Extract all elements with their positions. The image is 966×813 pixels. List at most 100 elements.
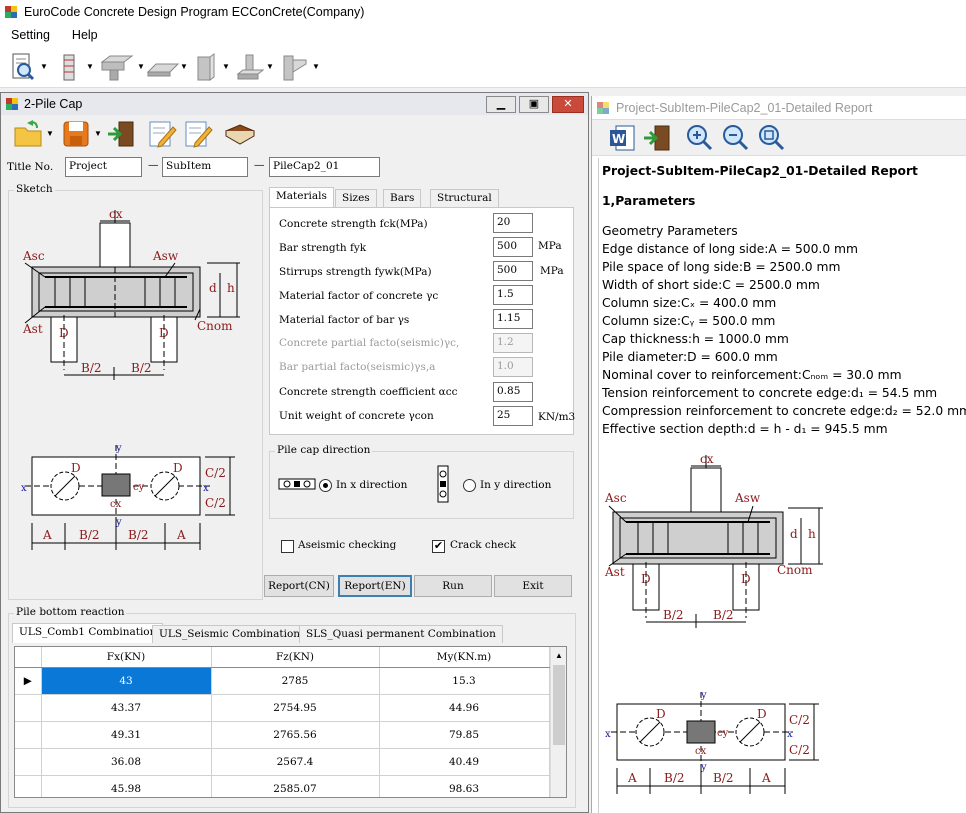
subitem-field[interactable]: SubItem [162,157,248,177]
y-direction-label[interactable]: In y direction [480,479,551,491]
asc-label: Asc [604,491,627,505]
tab-structural[interactable]: Structural [430,189,499,207]
table-row[interactable]: 36.08 2567.4 40.49 [15,748,550,776]
wall-tool-icon[interactable] [194,52,220,82]
zoom-fit-icon[interactable] [758,124,786,152]
y-direction-radio[interactable] [463,479,476,492]
crack-check-checkbox[interactable]: ✔ [432,540,445,553]
title-no-label: Title No. [7,161,54,173]
bar-factor-field[interactable]: 1.15 [493,309,533,329]
row-header[interactable] [15,694,42,722]
stirrup-strength-field[interactable]: 500 [493,261,533,281]
column-header-fx[interactable]: Fx(KN) [41,647,212,668]
grid-cell[interactable]: 98.63 [379,775,550,797]
grid-cell[interactable]: 45.98 [41,775,212,797]
report-preview-icon[interactable] [10,52,36,82]
dropdown-arrow-icon[interactable]: ▼ [40,62,48,71]
exit-button[interactable]: Exit [494,575,572,597]
row-header[interactable] [15,748,42,776]
concrete-factor-field[interactable]: 1.5 [493,285,533,305]
tab-uls-seismic[interactable]: ULS_Seismic Combination [152,625,308,643]
exit-door-icon[interactable] [105,119,137,149]
scroll-up-icon[interactable]: ▲ [551,647,566,664]
edit-report-icon[interactable] [183,119,213,149]
report-line: Column size:Cₓ = 400.0 mm [602,296,777,310]
exit-door-icon[interactable] [642,124,672,152]
column-header-my[interactable]: My(KN.m) [379,647,550,668]
tab-materials[interactable]: Materials [269,187,334,207]
dropdown-arrow-icon[interactable]: ▼ [137,62,145,71]
reaction-group-label: Pile bottom reaction [14,606,127,618]
unit-weight-field[interactable]: 25 [493,406,533,426]
x-direction-label[interactable]: In x direction [336,479,407,491]
zoom-out-icon[interactable] [722,124,750,152]
slab-tool-icon[interactable] [146,52,180,82]
zoom-in-icon[interactable] [686,124,714,152]
tab-sizes[interactable]: Sizes [335,189,377,207]
strength-coefficient-field[interactable]: 0.85 [493,382,533,402]
bar-strength-field[interactable]: 500 [493,237,533,257]
close-button[interactable]: ✕ [552,96,584,113]
dropdown-arrow-icon[interactable]: ▼ [94,129,102,138]
table-row[interactable]: 43.37 2754.95 44.96 [15,694,550,722]
grid-cell[interactable]: 40.49 [379,748,550,776]
table-row[interactable]: 45.98 2585.07 98.63 [15,775,550,797]
menu-help[interactable]: Help [61,28,109,42]
dropdown-arrow-icon[interactable]: ▼ [86,62,94,71]
footing-tool-icon[interactable] [236,52,264,82]
grid-cell[interactable]: 2585.07 [211,775,380,797]
open-folder-icon[interactable] [13,119,45,149]
column-tool-icon[interactable] [58,52,84,82]
pilecap-id-field[interactable]: PileCap2_01 [269,157,380,177]
help-book-icon[interactable] [223,119,257,149]
grid-cell[interactable]: 43.37 [41,694,212,722]
corbel-tool-icon[interactable] [280,52,310,82]
tab-bars[interactable]: Bars [383,189,422,207]
project-field[interactable]: Project [65,157,142,177]
grid-cell[interactable]: 2765.56 [211,721,380,749]
grid-cell[interactable]: 2567.4 [211,748,380,776]
grid-cell[interactable]: 44.96 [379,694,550,722]
maximize-button[interactable]: ▣ [519,96,549,113]
concrete-strength-field[interactable]: 20 [493,213,533,233]
aseismic-label[interactable]: Aseismic checking [298,539,396,551]
grid-header-row: Fx(KN) Fz(KN) My(KN.m) [15,647,550,668]
grid-cell[interactable]: 15.3 [379,667,550,695]
minimize-button[interactable]: ▁ [486,96,516,113]
dropdown-arrow-icon[interactable]: ▼ [312,62,320,71]
word-export-icon[interactable]: W [608,124,636,152]
grid-cell[interactable]: 36.08 [41,748,212,776]
grid-cell[interactable]: 43 [41,667,212,695]
table-row[interactable]: 49.31 2765.56 79.85 [15,721,550,749]
beam-tool-icon[interactable] [100,52,136,82]
tab-sls-quasi[interactable]: SLS_Quasi permanent Combination [299,625,503,643]
h-label: h [227,281,235,295]
column-header-fz[interactable]: Fz(KN) [211,647,380,668]
bar-seismic-factor-label: Bar partial facto(seismic)γs,a [279,361,436,373]
dropdown-arrow-icon[interactable]: ▼ [222,62,230,71]
aseismic-checkbox[interactable] [281,540,294,553]
grid-cell[interactable]: 2754.95 [211,694,380,722]
row-header[interactable] [15,775,42,797]
edit-notes-icon[interactable] [147,119,177,149]
grid-cell[interactable]: 49.31 [41,721,212,749]
report-cn-button[interactable]: Report(CN) [264,575,334,597]
asc-label: Asc [22,249,45,263]
crack-check-label[interactable]: Crack check [450,539,516,551]
grid-cell[interactable]: 2785 [211,667,380,695]
grid-vertical-scrollbar[interactable]: ▲ [550,647,566,797]
save-icon[interactable] [61,119,93,149]
row-header[interactable] [15,721,42,749]
grid-cell[interactable]: 79.85 [379,721,550,749]
dropdown-arrow-icon[interactable]: ▼ [266,62,274,71]
run-button[interactable]: Run [414,575,492,597]
tab-uls-comb1[interactable]: ULS_Comb1 Combination [12,623,164,643]
scroll-thumb[interactable] [553,665,565,745]
menu-setting[interactable]: Setting [0,28,61,42]
table-row[interactable]: ▶ 43 2785 15.3 [15,667,550,695]
dropdown-arrow-icon[interactable]: ▼ [46,129,54,138]
bar-strength-unit: MPa [538,240,562,252]
report-en-button[interactable]: Report(EN) [338,575,412,597]
x-direction-radio[interactable] [319,479,332,492]
dropdown-arrow-icon[interactable]: ▼ [180,62,188,71]
